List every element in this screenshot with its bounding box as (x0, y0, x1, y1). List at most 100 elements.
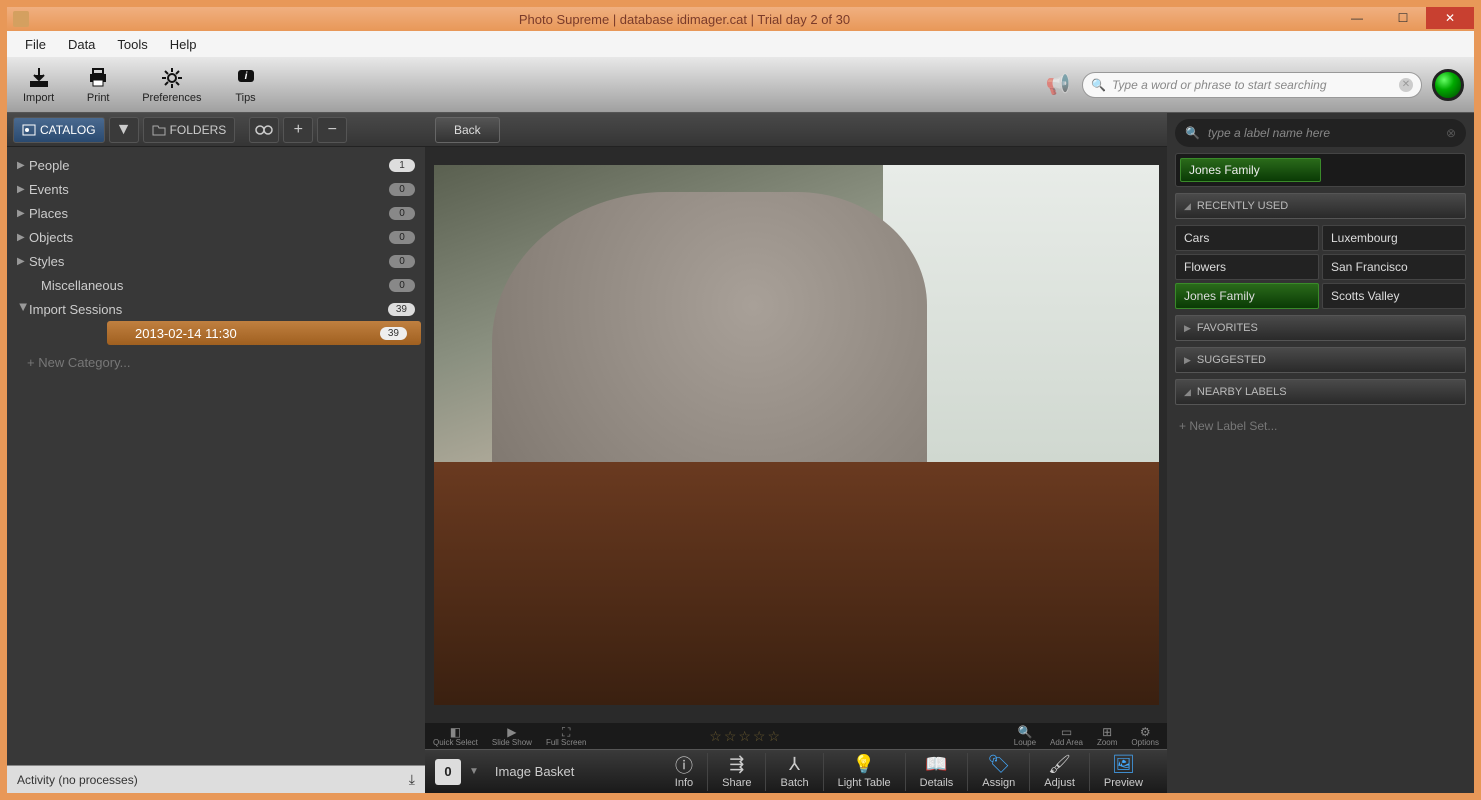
maximize-button[interactable]: ☐ (1380, 7, 1426, 29)
tree-item-selected-session[interactable]: 2013-02-14 11:3039 (107, 321, 421, 345)
options-button[interactable]: ⚙Options (1131, 725, 1159, 747)
add-area-button[interactable]: ▭Add Area (1050, 725, 1083, 747)
preview-icon: 🖼 (1112, 755, 1135, 775)
adjust-button[interactable]: 🖌Adjust (1029, 753, 1089, 791)
tips-label: Tips (235, 92, 255, 104)
label-chip[interactable]: Scotts Valley (1322, 283, 1466, 309)
folders-icon (152, 123, 166, 137)
basket-dropdown-icon[interactable]: ▼ (469, 766, 479, 777)
clear-label-search-icon[interactable]: ⊗ (1446, 126, 1456, 140)
preferences-button[interactable]: Preferences (136, 62, 207, 108)
window-title: Photo Supreme | database idimager.cat | … (35, 12, 1334, 27)
label-chip[interactable]: Luxembourg (1322, 225, 1466, 251)
tree-item-styles[interactable]: ▶Styles0 (7, 249, 425, 273)
megaphone-icon[interactable]: 📢 (1044, 71, 1072, 99)
status-orb[interactable] (1432, 69, 1464, 101)
details-icon: 📖 (925, 755, 947, 775)
label-chip[interactable]: Cars (1175, 225, 1319, 251)
recent-labels-grid: Cars Luxembourg Flowers San Francisco Jo… (1175, 225, 1466, 309)
light-table-button[interactable]: 💡Light Table (823, 753, 905, 791)
import-icon (27, 66, 51, 90)
tree-item-objects[interactable]: ▶Objects0 (7, 225, 425, 249)
window-controls: — ☐ ✕ (1334, 7, 1474, 31)
section-suggested[interactable]: ▶SUGGESTED (1175, 347, 1466, 373)
info-icon: ⓘ (675, 755, 693, 775)
print-icon (86, 66, 110, 90)
catalog-dropdown[interactable]: ▼ (109, 117, 139, 143)
print-button[interactable]: Print (80, 62, 116, 108)
slideshow-icon: ▶ (507, 725, 516, 737)
section-favorites[interactable]: ▶FAVORITES (1175, 315, 1466, 341)
back-button[interactable]: Back (435, 117, 500, 143)
slideshow-button[interactable]: ▶Slide Show (492, 725, 532, 747)
label-chip[interactable]: Flowers (1175, 254, 1319, 280)
minimize-button[interactable]: — (1334, 7, 1380, 29)
app-window: Photo Supreme | database idimager.cat | … (7, 7, 1474, 793)
viewer-mini-toolbar: ◧Quick Select ▶Slide Show ⛶Full Screen ☆… (425, 723, 1167, 749)
activity-toggle-icon[interactable]: ⤓ (409, 771, 415, 788)
search-icon: 🔍 (1091, 78, 1106, 92)
details-button[interactable]: 📖Details (905, 753, 968, 791)
tree-item-places[interactable]: ▶Places0 (7, 201, 425, 225)
fullscreen-icon: ⛶ (562, 725, 570, 737)
tips-button[interactable]: i Tips (228, 62, 264, 108)
quick-select-icon: ◧ (450, 725, 461, 737)
svg-text:i: i (244, 71, 247, 82)
clear-search-icon[interactable]: ✕ (1399, 78, 1413, 92)
adjust-icon: 🖌 (1048, 755, 1071, 775)
preview-button[interactable]: 🖼Preview (1089, 753, 1157, 791)
tab-catalog[interactable]: CATALOG (13, 117, 105, 143)
new-label-set-button[interactable]: + New Label Set... (1175, 411, 1466, 441)
center-top-bar: Back (425, 113, 1167, 147)
menu-data[interactable]: Data (58, 34, 105, 55)
label-chip[interactable]: San Francisco (1322, 254, 1466, 280)
bottom-tools: ⓘInfo ⇶Share ⅄Batch 💡Light Table 📖Detail… (661, 753, 1157, 791)
quick-select-button[interactable]: ◧Quick Select (433, 725, 478, 747)
tab-folders[interactable]: FOLDERS (143, 117, 236, 143)
tree-item-misc[interactable]: Miscellaneous0 (7, 273, 425, 297)
close-button[interactable]: ✕ (1426, 7, 1474, 29)
current-label-box: Jones Family (1175, 153, 1466, 187)
add-button[interactable]: + (283, 117, 313, 143)
section-recently-used[interactable]: ◢RECENTLY USED (1175, 193, 1466, 219)
tree-item-people[interactable]: ▶People1 (7, 153, 425, 177)
center-panel: Back ◧Quick Select ▶Slide Show ⛶Full Scr… (425, 113, 1167, 793)
photo-viewer[interactable] (425, 147, 1167, 723)
current-label[interactable]: Jones Family (1180, 158, 1321, 182)
new-category-button[interactable]: + New Category... (7, 345, 425, 380)
basket-count[interactable]: 0 (435, 759, 461, 785)
share-button[interactable]: ⇶Share (707, 753, 765, 791)
menu-tools[interactable]: Tools (107, 34, 157, 55)
preferences-label: Preferences (142, 92, 201, 104)
activity-bar[interactable]: Activity (no processes) ⤓ (7, 765, 425, 793)
tree-item-import-sessions[interactable]: ▶Import Sessions39 (7, 297, 425, 321)
light-table-icon: 💡 (853, 755, 875, 775)
section-nearby[interactable]: ◢NEARBY LABELS (1175, 379, 1466, 405)
remove-button[interactable]: − (317, 117, 347, 143)
menu-file[interactable]: File (15, 34, 56, 55)
info-button[interactable]: ⓘInfo (661, 753, 707, 791)
search-placeholder: Type a word or phrase to start searching (1112, 78, 1327, 92)
batch-button[interactable]: ⅄Batch (765, 753, 822, 791)
loupe-icon: 🔍 (1017, 725, 1032, 737)
global-search[interactable]: 🔍 Type a word or phrase to start searchi… (1082, 72, 1422, 98)
label-search[interactable]: 🔍 type a label name here ⊗ (1175, 119, 1466, 147)
label-chip-active[interactable]: Jones Family (1175, 283, 1319, 309)
tips-icon: i (234, 66, 258, 90)
link-button[interactable] (249, 117, 279, 143)
sidebar: CATALOG ▼ FOLDERS + − ▶People1 ▶Events0 … (7, 113, 425, 793)
zoom-button[interactable]: ⊞Zoom (1097, 725, 1117, 747)
loupe-button[interactable]: 🔍Loupe (1014, 725, 1036, 747)
tree-item-events[interactable]: ▶Events0 (7, 177, 425, 201)
assign-button[interactable]: 🏷Assign (967, 753, 1029, 791)
basket-label: Image Basket (495, 764, 575, 779)
bottom-bar: 0 ▼ Image Basket ⓘInfo ⇶Share ⅄Batch 💡Li… (425, 749, 1167, 793)
rating-stars[interactable]: ☆☆☆☆☆ (709, 728, 782, 745)
fullscreen-button[interactable]: ⛶Full Screen (546, 725, 586, 747)
import-button[interactable]: Import (17, 62, 60, 108)
activity-text: Activity (no processes) (17, 773, 138, 787)
labels-panel: 🔍 type a label name here ⊗ Jones Family … (1167, 113, 1474, 793)
menu-help[interactable]: Help (160, 34, 207, 55)
import-label: Import (23, 92, 54, 104)
label-search-placeholder: type a label name here (1208, 126, 1330, 140)
